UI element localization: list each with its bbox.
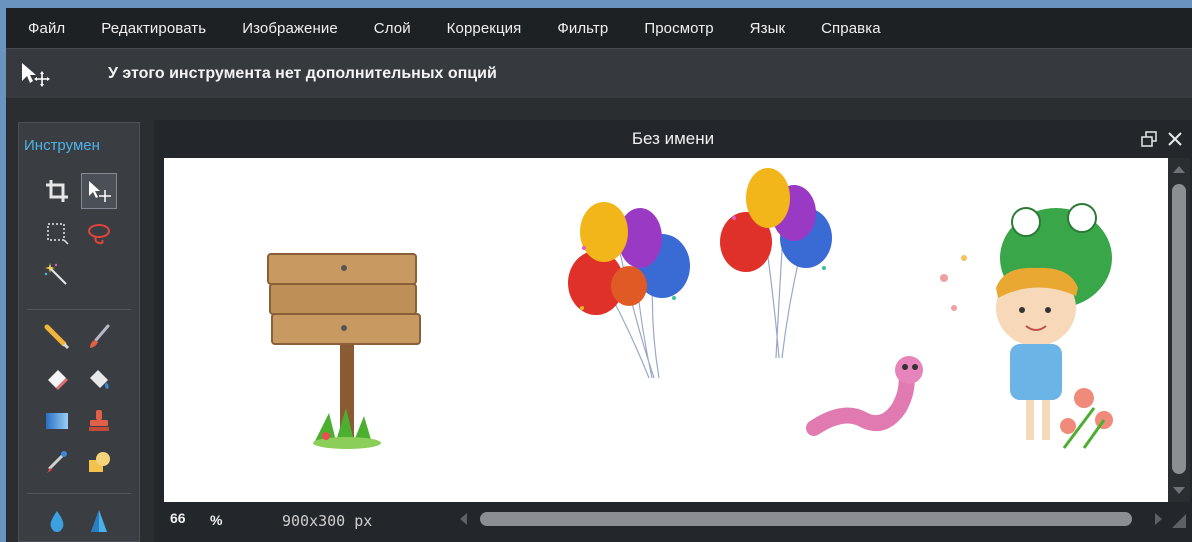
menu-edit[interactable]: Редактировать <box>83 20 224 37</box>
scroll-down-icon[interactable] <box>1173 487 1185 494</box>
resize-grip-icon[interactable] <box>1170 512 1188 530</box>
brush-tool[interactable] <box>81 319 117 355</box>
menubar: Файл Редактировать Изображение Слой Корр… <box>6 8 1192 48</box>
options-message: У этого инструмента нет дополнительных о… <box>108 64 497 82</box>
document-title: Без имени <box>631 129 715 148</box>
document-status-bar: 66 % 900x300 px <box>154 502 1192 542</box>
menu-filter[interactable]: Фильтр <box>539 20 626 37</box>
color-replace-tool[interactable] <box>39 445 75 481</box>
document-window: Без имени 66 % 900x300 px <box>154 120 1192 542</box>
tools-separator <box>27 309 131 310</box>
zoom-level-input[interactable]: 66 <box>170 510 186 526</box>
balloons-image-2 <box>720 168 832 359</box>
gradient-icon <box>46 413 68 429</box>
crop-tool[interactable] <box>39 173 75 209</box>
vertical-scroll-thumb[interactable] <box>1172 184 1186 474</box>
document-size-label: 900x300 px <box>282 512 373 530</box>
vertical-scrollbar[interactable] <box>1168 158 1190 502</box>
eraser-icon <box>48 370 68 390</box>
magic-wand-tool[interactable] <box>39 257 75 293</box>
tools-panel-title: Инструмен <box>24 137 100 154</box>
stamp-tool[interactable] <box>81 403 117 439</box>
drop-tool[interactable] <box>39 503 75 539</box>
crop-icon <box>46 180 68 202</box>
paint-bucket-tool[interactable] <box>81 361 117 397</box>
eraser-tool[interactable] <box>39 361 75 397</box>
menu-language[interactable]: Язык <box>732 20 803 37</box>
pencil-icon <box>44 324 70 350</box>
scroll-right-icon[interactable] <box>1155 513 1162 525</box>
marquee-tool[interactable] <box>39 215 75 251</box>
paint-bucket-icon <box>90 370 109 389</box>
stamp-icon <box>89 410 109 431</box>
girl-frog-hat-image <box>940 203 1113 449</box>
magic-wand-icon <box>44 263 67 285</box>
menu-adjustments[interactable]: Коррекция <box>429 20 540 37</box>
shape-tool[interactable] <box>81 445 117 481</box>
scroll-up-icon[interactable] <box>1173 166 1185 173</box>
menu-file[interactable]: Файл <box>6 20 83 37</box>
marquee-icon <box>47 223 69 245</box>
brush-icon <box>90 324 110 348</box>
gradient-tool[interactable] <box>39 403 75 439</box>
pencil-tool[interactable] <box>39 319 75 355</box>
scroll-left-icon[interactable] <box>460 513 467 525</box>
image-canvas[interactable] <box>164 158 1168 502</box>
lasso-tool[interactable] <box>81 215 117 251</box>
menu-view[interactable]: Просмотр <box>626 20 731 37</box>
worm-image <box>806 356 923 436</box>
zoom-unit-label: % <box>210 512 223 528</box>
sharpen-tool[interactable] <box>81 503 117 539</box>
horizontal-scroll-thumb[interactable] <box>480 512 1132 526</box>
menu-help[interactable]: Справка <box>803 20 899 37</box>
balloons-image-1 <box>568 202 690 379</box>
tools-separator-2 <box>27 493 131 494</box>
lasso-icon <box>88 224 110 245</box>
tool-options-bar: У этого инструмента нет дополнительных о… <box>6 48 1192 98</box>
color-replace-icon <box>47 451 67 473</box>
blur-drop-icon <box>50 511 64 532</box>
sharpen-icon <box>91 510 107 532</box>
move-tool[interactable] <box>81 173 117 209</box>
move-icon <box>89 181 111 202</box>
app-window: Файл Редактировать Изображение Слой Корр… <box>6 8 1192 542</box>
restore-window-icon[interactable] <box>1140 130 1158 148</box>
close-window-icon[interactable] <box>1166 130 1184 148</box>
shape-icon <box>89 452 110 472</box>
menu-layer[interactable]: Слой <box>356 20 429 37</box>
canvas-artwork <box>267 168 1113 449</box>
move-tool-icon <box>22 62 50 87</box>
tools-panel: Инструмен <box>18 122 140 542</box>
wooden-sign-image <box>267 253 421 449</box>
horizontal-scrollbar[interactable] <box>456 510 1166 528</box>
menu-image[interactable]: Изображение <box>224 20 356 37</box>
